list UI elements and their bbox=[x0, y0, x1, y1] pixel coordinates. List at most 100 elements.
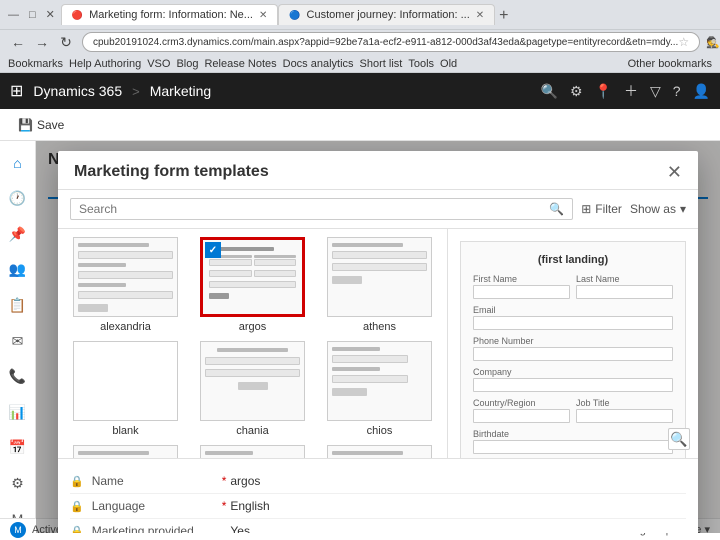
forward-button[interactable]: → bbox=[32, 32, 52, 52]
sidebar-settings[interactable]: ⚙ bbox=[4, 470, 32, 498]
template-item-kalamata[interactable]: kalamata bbox=[320, 445, 439, 458]
app-bar-actions: 🔍 ⚙ 📍 ＋ ▽ ? 👤 bbox=[541, 81, 710, 101]
preview-field-row-5: Country/Region Job Title bbox=[473, 398, 673, 423]
save-button[interactable]: 💾 Save bbox=[10, 114, 72, 136]
command-bar: 💾 Save bbox=[0, 109, 720, 141]
browser-chrome: — □ ✕ 🔴 Marketing form: Information: Ne.… bbox=[0, 0, 720, 30]
filter-icon[interactable]: ▽ bbox=[650, 83, 661, 100]
bookmark-tools[interactable]: Tools bbox=[408, 58, 434, 70]
modal-dialog: Marketing form templates ✕ 🔍 ⊞ Filter Sh… bbox=[58, 151, 698, 533]
sidebar-recent[interactable]: 🕐 bbox=[4, 185, 32, 213]
tab-bar: 🔴 Marketing form: Information: Ne... ✕ 🔵… bbox=[61, 4, 712, 25]
user-icon[interactable]: 👤 bbox=[693, 83, 710, 100]
sidebar-home[interactable]: ⌂ bbox=[4, 149, 32, 177]
template-name-athens: athens bbox=[363, 321, 396, 333]
template-item-alexandria[interactable]: alexandria bbox=[66, 237, 185, 333]
template-thumb-argos[interactable] bbox=[200, 237, 305, 317]
template-thumb-athens[interactable] bbox=[327, 237, 432, 317]
url-bar[interactable]: cpub20191024.crm3.dynamics.com/main.aspx… bbox=[82, 32, 700, 52]
bookmark-vso[interactable]: VSO bbox=[147, 58, 170, 70]
modal-close-button[interactable]: ✕ bbox=[667, 163, 682, 181]
save-icon: 💾 bbox=[18, 118, 33, 132]
sidebar-mail[interactable]: ✉ bbox=[4, 327, 32, 355]
tab-close-2[interactable]: ✕ bbox=[476, 10, 484, 21]
tab-marketing-form[interactable]: 🔴 Marketing form: Information: Ne... ✕ bbox=[61, 4, 278, 25]
bookmark-blog[interactable]: Blog bbox=[176, 58, 198, 70]
template-thumb-chania[interactable] bbox=[200, 341, 305, 421]
template-thumb-heraklion[interactable] bbox=[200, 445, 305, 458]
detail-row-name: 🔒 Name * argos bbox=[70, 469, 686, 494]
sidebar-pinned[interactable]: 📌 bbox=[4, 220, 32, 248]
detail-required-name: * bbox=[222, 474, 227, 488]
bookmark-old[interactable]: Old bbox=[440, 58, 457, 70]
zoom-button[interactable]: 🔍 bbox=[668, 428, 690, 450]
back-button[interactable]: ← bbox=[8, 32, 28, 52]
bookmark-docs-analytics[interactable]: Docs analytics bbox=[283, 58, 354, 70]
template-item-heraklion[interactable]: heraklion bbox=[193, 445, 312, 458]
detail-value-name: argos bbox=[230, 474, 260, 488]
sidebar-contacts[interactable]: 👥 bbox=[4, 256, 32, 284]
sidebar-reports[interactable]: 📊 bbox=[4, 398, 32, 426]
detail-label-name: Name bbox=[92, 474, 222, 488]
template-item-argos[interactable]: argos bbox=[193, 237, 312, 333]
template-name-argos: argos bbox=[239, 321, 267, 333]
template-item-chios[interactable]: chios bbox=[320, 341, 439, 437]
settings-icon[interactable]: ⚙ bbox=[570, 83, 583, 100]
search-box[interactable]: 🔍 bbox=[70, 198, 573, 220]
app-brand[interactable]: Dynamics 365 bbox=[33, 83, 122, 99]
template-grid[interactable]: alexandria bbox=[58, 229, 448, 458]
template-name-chios: chios bbox=[367, 425, 393, 437]
modal-overlay: Marketing form templates ✕ 🔍 ⊞ Filter Sh… bbox=[36, 141, 720, 533]
refresh-button[interactable]: ↻ bbox=[56, 32, 76, 52]
bookmark-other[interactable]: Other bookmarks bbox=[628, 58, 712, 70]
bookmark-bar: Bookmarks Help Authoring VSO Blog Releas… bbox=[0, 56, 720, 73]
template-item-chania[interactable]: chania bbox=[193, 341, 312, 437]
template-thumb-kalamata[interactable] bbox=[327, 445, 432, 458]
sidebar-activities[interactable]: 📋 bbox=[4, 292, 32, 320]
filter-button[interactable]: ⊞ Filter bbox=[581, 202, 622, 216]
bookmark-bookmarks[interactable]: Bookmarks bbox=[8, 58, 63, 70]
star-icon[interactable]: ☆ bbox=[678, 35, 689, 49]
search-icon[interactable]: 🔍 bbox=[541, 83, 558, 100]
detail-row-language: 🔒 Language * English bbox=[70, 494, 686, 519]
search-input[interactable] bbox=[79, 202, 549, 216]
search-icon: 🔍 bbox=[549, 202, 564, 216]
grid-icon[interactable]: ⊞ bbox=[10, 81, 23, 101]
tab-customer-journey[interactable]: 🔵 Customer journey: Information: ... ✕ bbox=[278, 4, 495, 25]
template-item-athens[interactable]: athens bbox=[320, 237, 439, 333]
template-thumb-chios[interactable] bbox=[327, 341, 432, 421]
sidebar-calendar[interactable]: 📅 bbox=[4, 434, 32, 462]
template-details: 🔒 Name * argos 🔒 Language * English 🔒 Ma… bbox=[58, 458, 698, 533]
preview-form-title: (first landing) bbox=[473, 254, 673, 266]
template-thumb-corfu[interactable] bbox=[73, 445, 178, 458]
template-item-blank[interactable]: blank bbox=[66, 341, 185, 437]
sidebar-phone[interactable]: 📞 bbox=[4, 363, 32, 391]
preview-field-lastname: Last Name bbox=[576, 274, 673, 299]
bookmark-release-notes[interactable]: Release Notes bbox=[204, 58, 276, 70]
template-item-corfu[interactable]: corfu bbox=[66, 445, 185, 458]
brand-separator: > bbox=[132, 84, 140, 99]
detail-label-marketing: Marketing provided bbox=[92, 524, 222, 533]
help-icon[interactable]: ? bbox=[673, 83, 681, 99]
preview-field-row-6: Birthdate bbox=[473, 429, 673, 454]
main-area: ⌂ 🕐 📌 👥 📋 ✉ 📞 📊 📅 ⚙ M New M... Design Su… bbox=[0, 141, 720, 533]
template-name-chania: chania bbox=[236, 425, 268, 437]
show-as-button[interactable]: Show as ▾ bbox=[630, 202, 686, 216]
new-tab-button[interactable]: + bbox=[495, 7, 512, 25]
location-icon[interactable]: 📍 bbox=[595, 83, 612, 100]
template-name-blank: blank bbox=[112, 425, 138, 437]
template-thumb-alexandria[interactable] bbox=[73, 237, 178, 317]
bookmark-short-list[interactable]: Short list bbox=[360, 58, 403, 70]
app-module[interactable]: Marketing bbox=[150, 83, 211, 99]
template-thumb-blank[interactable] bbox=[73, 341, 178, 421]
preview-field-email: Email bbox=[473, 305, 673, 330]
modal-header: Marketing form templates ✕ bbox=[58, 151, 698, 190]
bookmark-help-authoring[interactable]: Help Authoring bbox=[69, 58, 141, 70]
preview-field-row-3: Phone Number bbox=[473, 336, 673, 361]
tab-close-1[interactable]: ✕ bbox=[259, 10, 267, 21]
app-bar: ⊞ Dynamics 365 > Marketing 🔍 ⚙ 📍 ＋ ▽ ? 👤 bbox=[0, 73, 720, 109]
window-controls: — □ ✕ bbox=[8, 8, 55, 21]
preview-field-row-1: First Name Last Name bbox=[473, 274, 673, 299]
plus-icon[interactable]: ＋ bbox=[624, 81, 638, 101]
preview-field-firstname: First Name bbox=[473, 274, 570, 299]
